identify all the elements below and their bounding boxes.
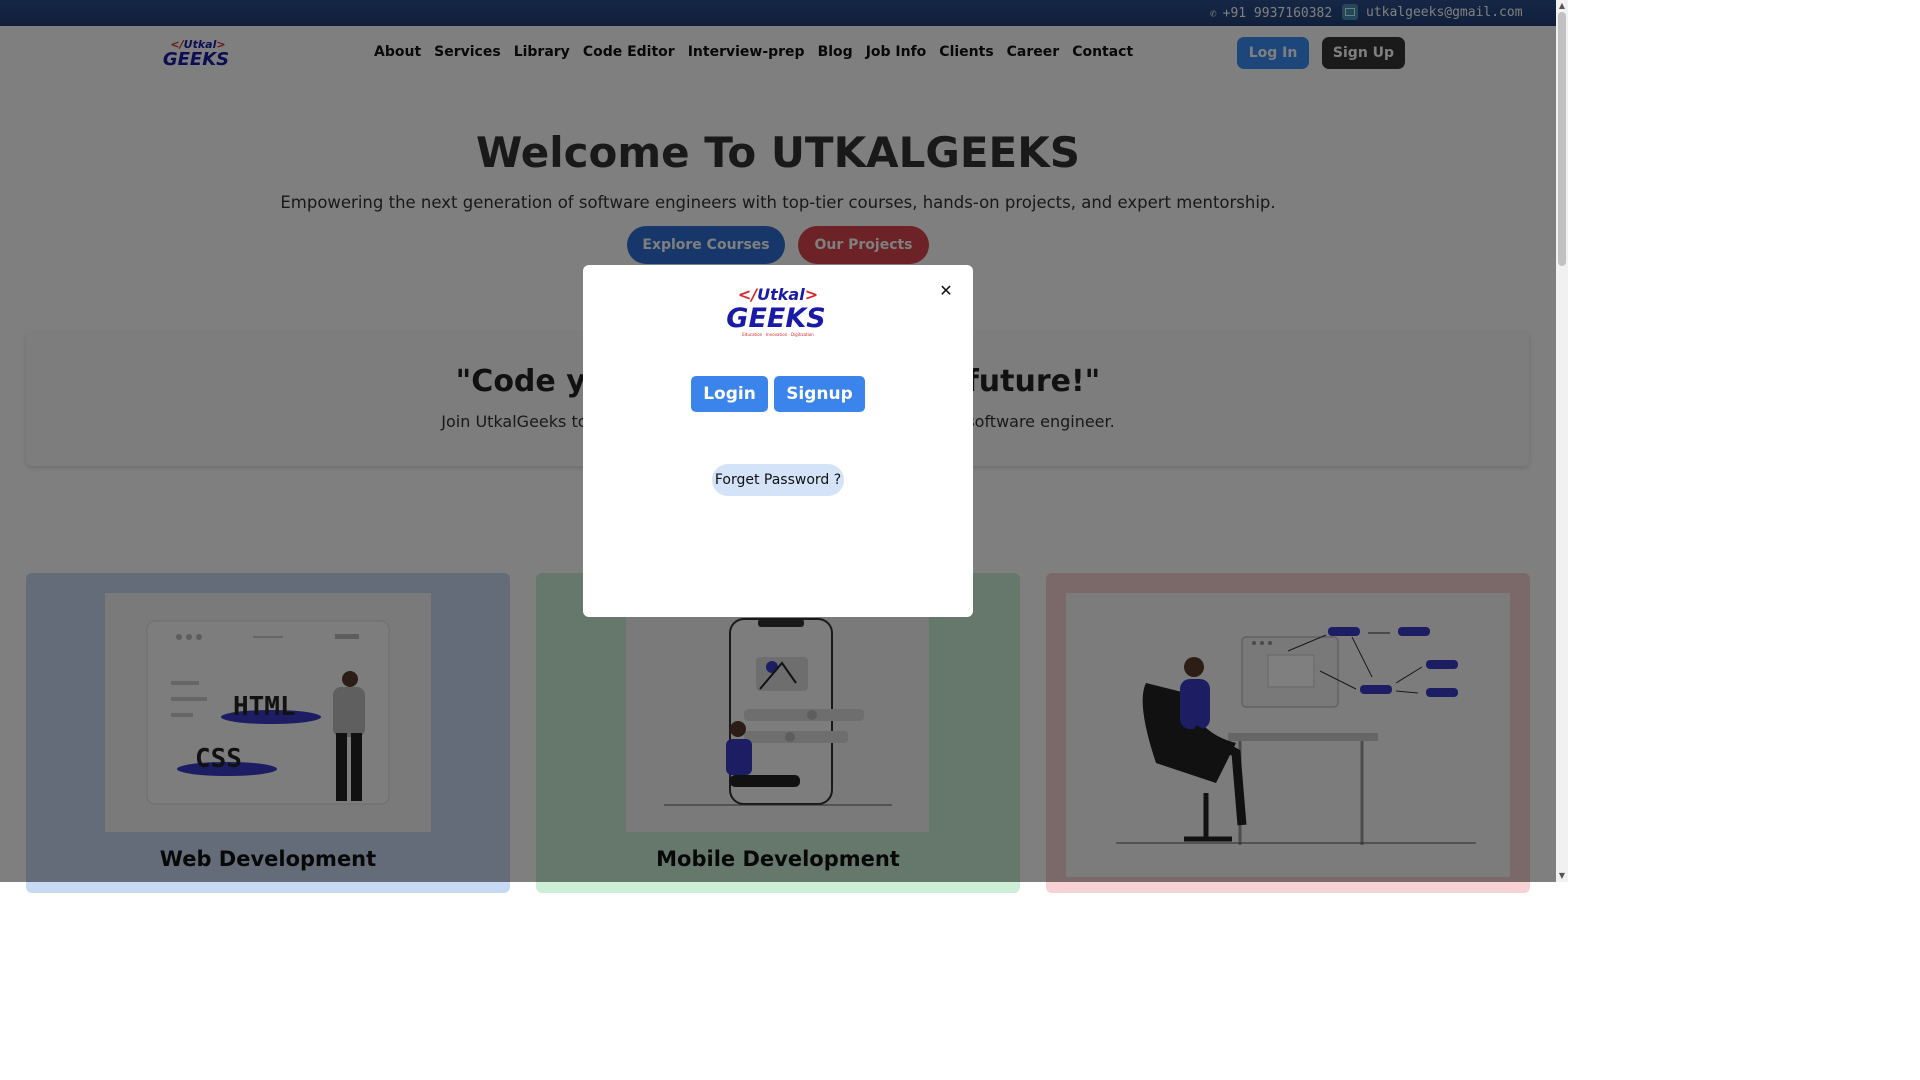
- forget-password-button[interactable]: Forget Password ?: [712, 464, 844, 496]
- close-icon[interactable]: ✕: [939, 281, 953, 300]
- page-scrollbar[interactable]: ▲ ▼: [1556, 0, 1568, 882]
- scroll-up-arrow-icon[interactable]: ▲: [1558, 2, 1566, 10]
- svg-text:</Utkal>: </Utkal>: [738, 285, 818, 304]
- modal-login-button[interactable]: Login: [691, 376, 768, 412]
- modal-signup-button[interactable]: Signup: [774, 376, 865, 412]
- scrollbar-thumb[interactable]: [1558, 12, 1566, 266]
- scroll-down-arrow-icon[interactable]: ▼: [1558, 872, 1566, 880]
- modal-logo: </Utkal> GEEKS Education · Innovation · …: [726, 285, 825, 337]
- svg-text:Education · Innovation · Digit: Education · Innovation · Digitization: [742, 332, 814, 337]
- svg-text:GEEKS: GEEKS: [726, 303, 825, 334]
